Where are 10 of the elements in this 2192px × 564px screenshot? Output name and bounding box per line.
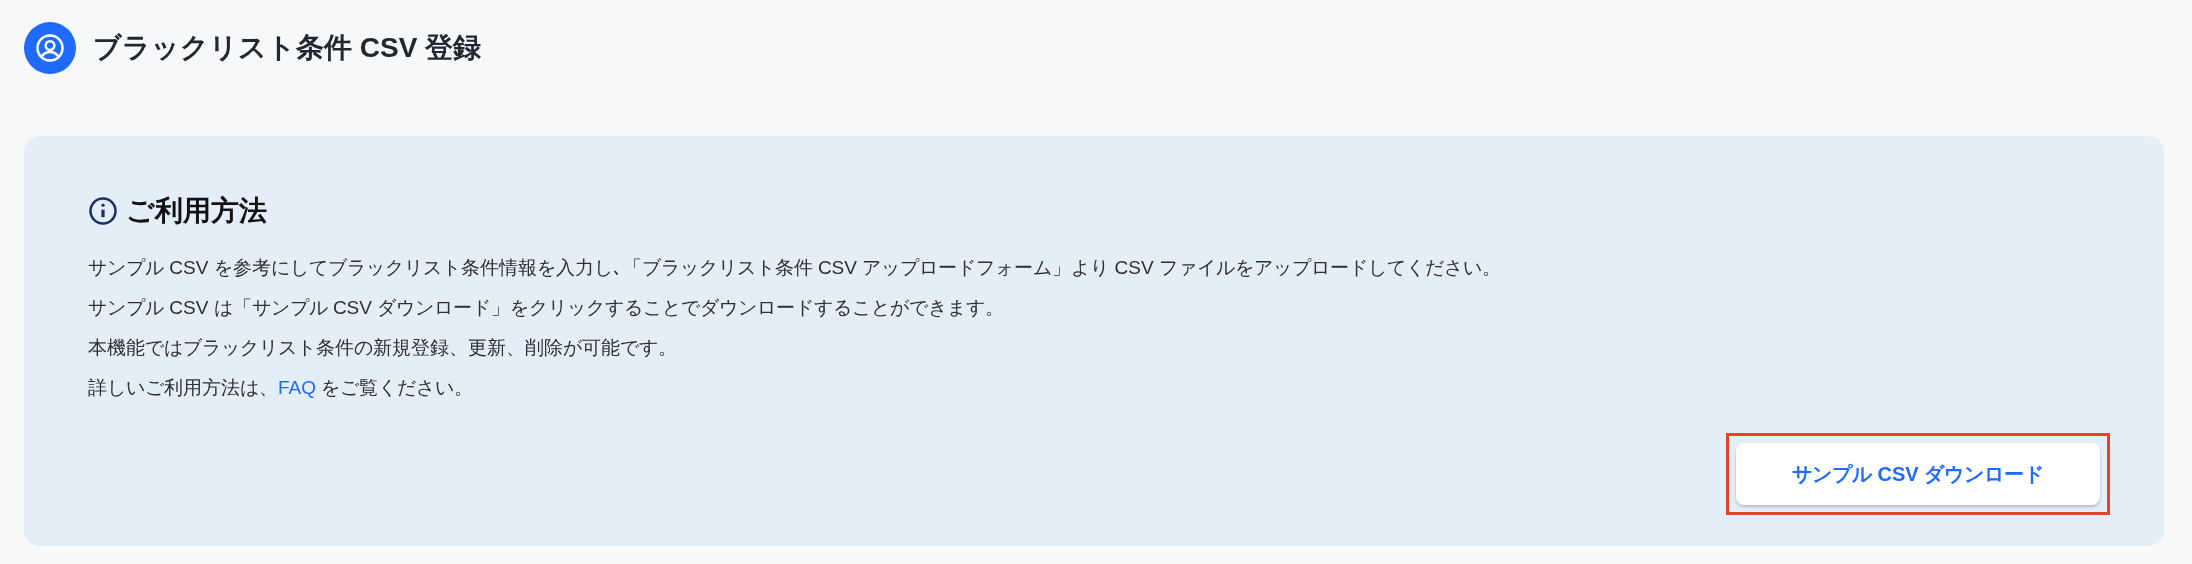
info-icon xyxy=(88,196,118,226)
instruction-text: 詳しいご利用方法は、FAQ をご覧ください。 xyxy=(88,376,475,400)
instruction-text: 本機能ではブラックリスト条件の新規登録、更新、削除が可能です。 xyxy=(88,336,678,360)
instruction-text: サンプル CSV は「サンプル CSV ダウンロード」をクリックすることでダウンロードすることができます。 xyxy=(88,296,1006,320)
download-button[interactable]: サンプル CSV ダウンロード xyxy=(1736,443,2100,505)
page-title: ブラックリスト条件 CSV 登録 xyxy=(93,31,482,65)
user-icon xyxy=(24,22,76,74)
section-heading: ご利用方法 xyxy=(126,194,267,228)
instruction-text: サンプル CSV を参考にしてブラックリスト条件情報を入力し､「ブラックリスト条件 CSV アップロードフォーム」より CSV ファイルをアップロードしてください。 xyxy=(88,256,1502,280)
faq-link[interactable]: FAQ xyxy=(278,377,316,398)
